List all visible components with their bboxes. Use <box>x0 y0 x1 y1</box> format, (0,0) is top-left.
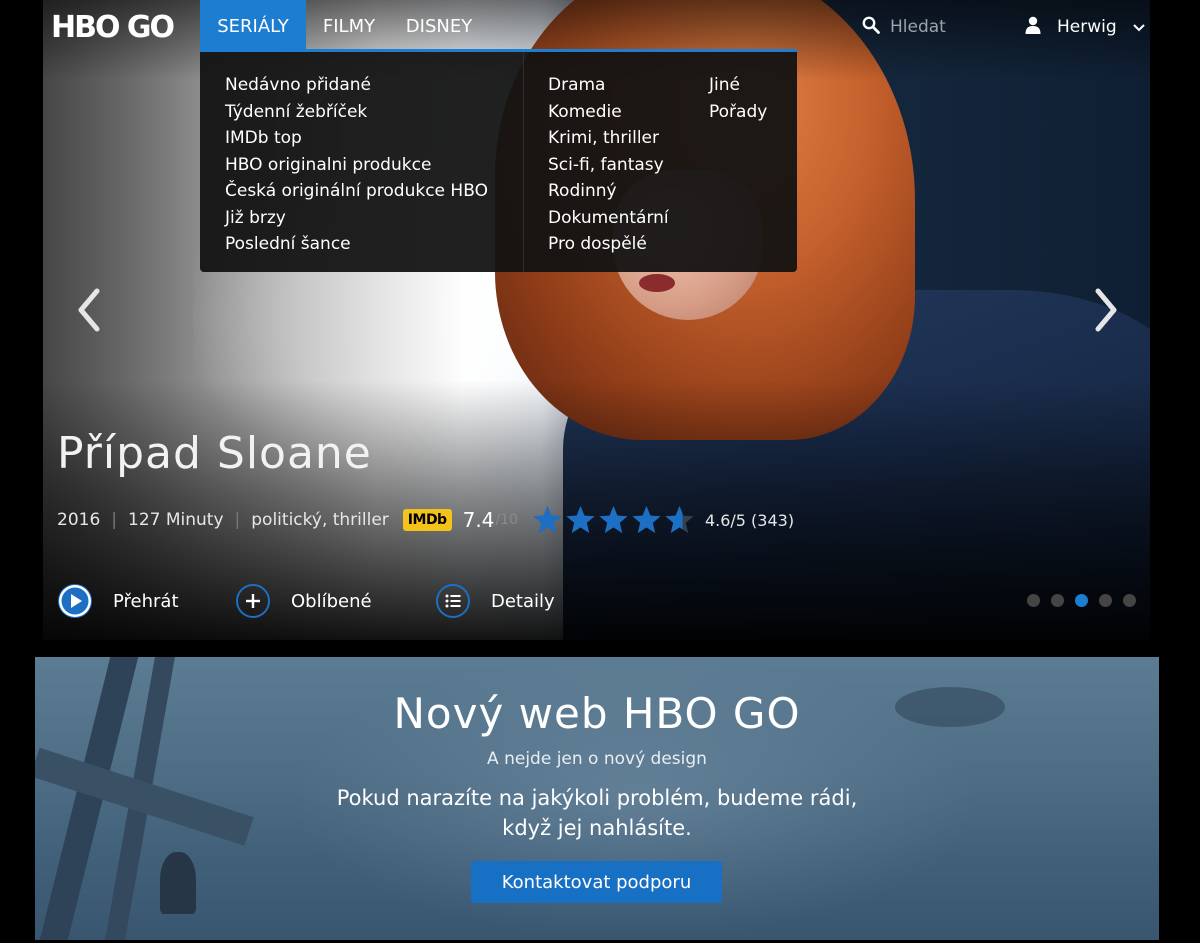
tab-disney[interactable]: DISNEY <box>392 0 486 49</box>
menu-item-dokumentarni[interactable]: Dokumentární <box>548 205 669 232</box>
hero-duration: 127 Minuty <box>128 510 224 530</box>
search-icon[interactable] <box>862 16 880 38</box>
series-dropdown-menu: Nedávno přidané Týdenní žebříček IMDb to… <box>200 49 797 272</box>
carousel-dot[interactable] <box>1027 594 1040 607</box>
menu-item-drama[interactable]: Drama <box>548 72 669 99</box>
hero-genres: politický, thriller <box>251 510 389 530</box>
favorite-button-label: Oblíbené <box>291 590 372 612</box>
tab-serialy[interactable]: SERIÁLY <box>200 0 306 49</box>
carousel-next-arrow[interactable] <box>1090 288 1120 332</box>
search-box[interactable]: Hledat <box>862 15 946 39</box>
menu-item-komedie[interactable]: Komedie <box>548 99 669 126</box>
menu-item-jiz-brzy[interactable]: Již brzy <box>225 205 488 232</box>
new-web-banner: Nový web HBO GO A nejde jen o nový desig… <box>35 657 1159 940</box>
menu-item-imdb-top[interactable]: IMDb top <box>225 125 488 152</box>
menu-item-nedavno-pridane[interactable]: Nedávno přidané <box>225 72 488 99</box>
plus-icon <box>236 584 270 618</box>
dropdown-genres-list: Drama Komedie Krimi, thriller Sci-fi, fa… <box>548 72 669 258</box>
banner-image-figure <box>160 852 196 914</box>
add-favorite-button[interactable]: Oblíbené <box>236 583 372 619</box>
menu-item-porady[interactable]: Pořady <box>709 99 767 126</box>
chevron-left-icon <box>78 288 100 332</box>
menu-item-ceska-originalni-produkce[interactable]: Česká originální produkce HBO <box>225 178 488 205</box>
search-input[interactable]: Hledat <box>890 17 946 37</box>
hero-meta: 2016 | 127 Minuty | politický, thriller … <box>57 505 794 535</box>
play-icon <box>58 584 92 618</box>
user-name[interactable]: Herwig <box>1057 17 1117 37</box>
carousel-dot[interactable] <box>1099 594 1112 607</box>
menu-item-rodinny[interactable]: Rodinný <box>548 178 669 205</box>
star-icon[interactable] <box>664 505 695 535</box>
hero-image-lips <box>639 274 675 292</box>
chevron-down-icon[interactable] <box>1132 17 1145 37</box>
menu-item-jine[interactable]: Jiné <box>709 72 767 99</box>
play-button[interactable]: Přehrát <box>58 583 179 619</box>
dropdown-sections-list: Nedávno přidané Týdenní žebříček IMDb to… <box>225 72 488 258</box>
meta-separator: | <box>111 510 117 530</box>
details-button-label: Detaily <box>491 590 555 612</box>
banner-subtitle: A nejde jen o nový design <box>487 749 707 769</box>
dropdown-divider <box>523 52 524 272</box>
menu-item-hbo-originalni-produkce[interactable]: HBO originalni produkce <box>225 152 488 179</box>
carousel-dot[interactable] <box>1123 594 1136 607</box>
details-button[interactable]: Detaily <box>436 583 555 619</box>
carousel-dot[interactable] <box>1051 594 1064 607</box>
imdb-score: 7.4 <box>462 508 495 532</box>
tab-filmy[interactable]: FILMY <box>306 0 392 49</box>
user-icon <box>1025 16 1041 39</box>
meta-separator: | <box>234 510 241 530</box>
hero-year: 2016 <box>57 510 101 530</box>
hero-title: Případ Sloane <box>57 428 372 479</box>
contact-support-button[interactable]: Kontaktovat podporu <box>471 861 722 903</box>
menu-item-posledni-sance[interactable]: Poslední šance <box>225 231 488 258</box>
user-menu[interactable]: Herwig <box>1025 15 1145 39</box>
dropdown-other-list: Jiné Pořady <box>709 72 767 125</box>
chevron-right-icon <box>1095 288 1117 332</box>
menu-item-tydenni-zebricek[interactable]: Týdenní žebříček <box>225 99 488 126</box>
imdb-logo: IMDb <box>402 509 452 531</box>
list-icon <box>436 584 470 618</box>
carousel-dots <box>1027 594 1136 607</box>
star-icon[interactable] <box>598 505 629 535</box>
rating-text: 4.6/5 (343) <box>704 510 795 530</box>
menu-item-scifi-fantasy[interactable]: Sci-fi, fantasy <box>548 152 669 179</box>
star-icon[interactable] <box>631 505 662 535</box>
menu-item-krimi-thriller[interactable]: Krimi, thriller <box>548 125 669 152</box>
carousel-dot[interactable] <box>1075 594 1088 607</box>
menu-item-pro-dospele[interactable]: Pro dospělé <box>548 231 669 258</box>
imdb-max: /10 <box>495 512 518 528</box>
banner-title: Nový web HBO GO <box>393 689 801 738</box>
carousel-prev-arrow[interactable] <box>75 288 105 332</box>
banner-message: Pokud narazíte na jakýkoli problém, bude… <box>336 786 858 840</box>
play-button-label: Přehrát <box>113 590 179 612</box>
hbo-go-logo[interactable]: HBO GO <box>51 10 175 45</box>
star-icon[interactable] <box>532 505 563 535</box>
star-icon[interactable] <box>565 505 596 535</box>
star-rating[interactable] <box>532 505 695 535</box>
